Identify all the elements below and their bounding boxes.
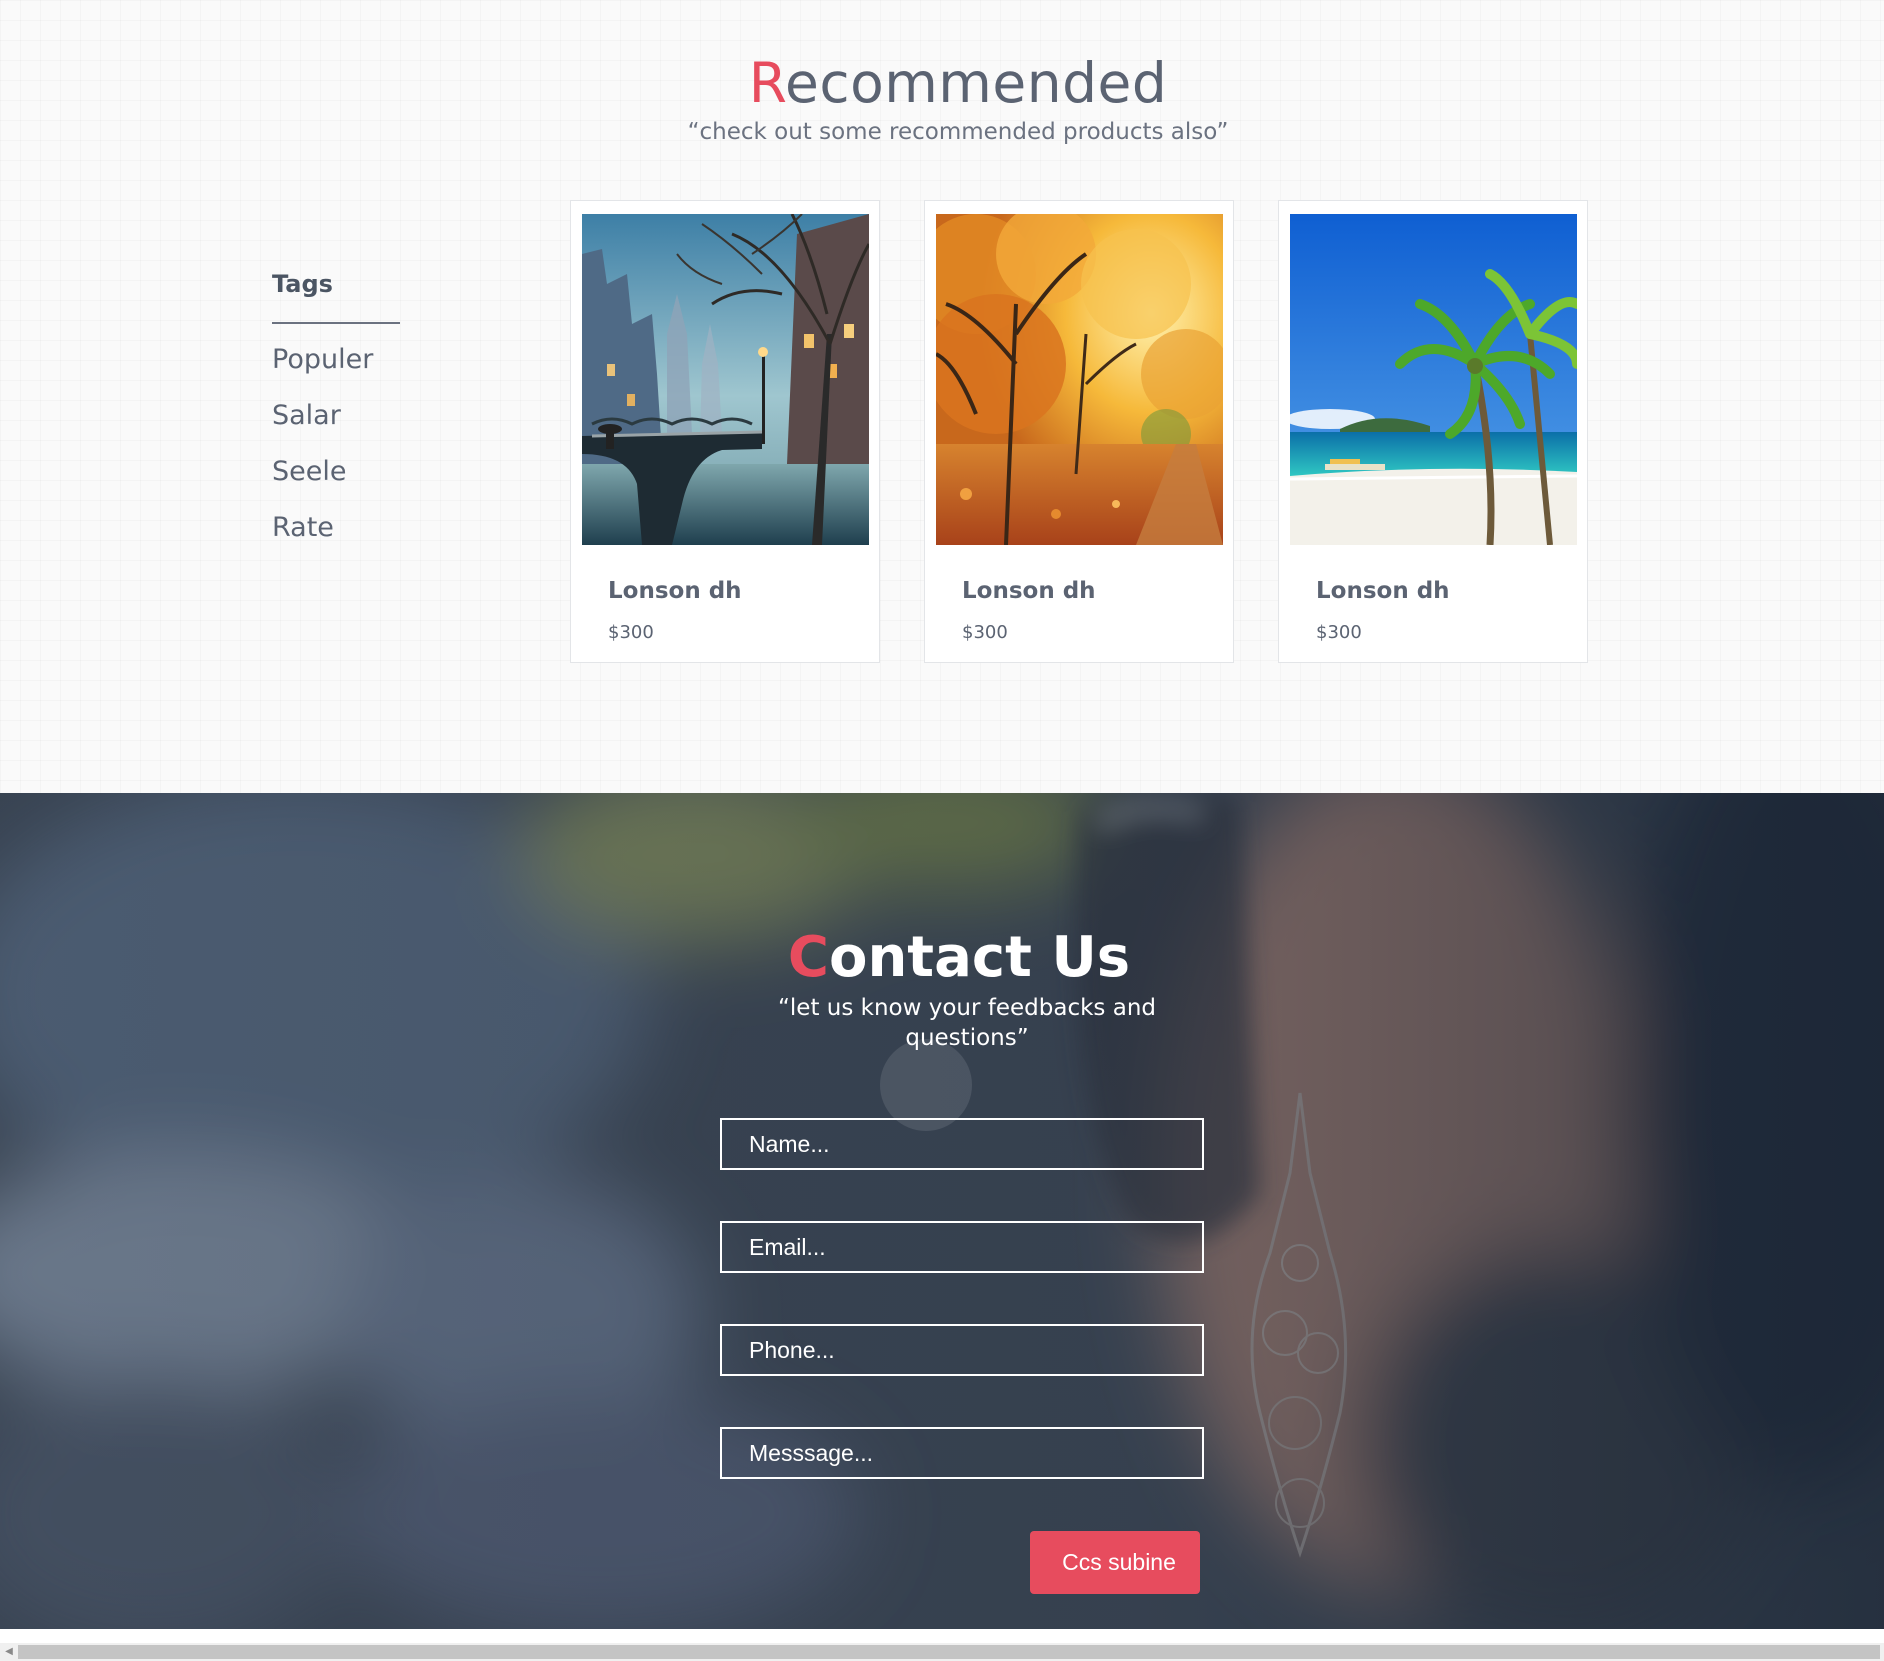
tag-item-rate[interactable]: Rate — [272, 500, 402, 556]
phone-input[interactable] — [720, 1324, 1204, 1376]
product-price: $300 — [608, 622, 654, 643]
page: Recommended “check out some recommended … — [0, 0, 1884, 1661]
product-name[interactable]: Lonson dh — [962, 578, 1096, 604]
recommended-title: Recommended — [0, 50, 1884, 116]
tag-item-populer[interactable]: Populer — [272, 332, 402, 388]
contact-subtitle: “let us know your feedbacks and question… — [778, 995, 1156, 1051]
product-price: $300 — [1316, 622, 1362, 643]
contact-section: Contact Us “let us know your feedbacks a… — [0, 793, 1884, 1629]
contact-background-image — [0, 793, 1884, 1629]
horizontal-scrollbar[interactable]: ◀ — [0, 1629, 1884, 1661]
product-image-canal-bridge[interactable] — [582, 214, 869, 545]
product-card[interactable]: Lonson dh $300 — [924, 200, 1234, 663]
recommended-section: Recommended “check out some recommended … — [0, 0, 1884, 793]
product-name[interactable]: Lonson dh — [1316, 578, 1450, 604]
message-input[interactable] — [720, 1427, 1204, 1479]
tag-item-seele[interactable]: Seele — [272, 444, 402, 500]
scrollbar-track[interactable]: ◀ — [0, 1643, 1884, 1661]
product-image-autumn-forest[interactable] — [936, 214, 1223, 545]
scroll-left-arrow-icon[interactable]: ◀ — [2, 1643, 16, 1661]
product-card[interactable]: Lonson dh $300 — [570, 200, 880, 663]
product-name[interactable]: Lonson dh — [608, 578, 742, 604]
tags-sidebar: Tags Populer Salar Seele Rate — [272, 270, 402, 556]
contact-title-accent: C — [787, 925, 829, 990]
email-input[interactable] — [720, 1221, 1204, 1273]
product-image-tropical-beach[interactable] — [1290, 214, 1577, 545]
name-input[interactable] — [720, 1118, 1204, 1170]
recommended-title-accent: R — [748, 51, 785, 115]
contact-title-rest: ontact Us — [828, 925, 1131, 990]
contact-title: Contact Us — [0, 925, 1884, 991]
tag-item-salar[interactable]: Salar — [272, 388, 402, 444]
tag-list: Populer Salar Seele Rate — [272, 324, 402, 556]
recommended-title-rest: ecommended — [785, 51, 1168, 115]
tags-title: Tags — [272, 270, 400, 324]
product-price: $300 — [962, 622, 1008, 643]
product-card[interactable]: Lonson dh $300 — [1278, 200, 1588, 663]
scrollbar-thumb[interactable] — [18, 1645, 1880, 1659]
recommended-subtitle: “check out some recommended products als… — [687, 119, 1229, 145]
submit-button[interactable]: Ccs subine — [1030, 1531, 1200, 1594]
